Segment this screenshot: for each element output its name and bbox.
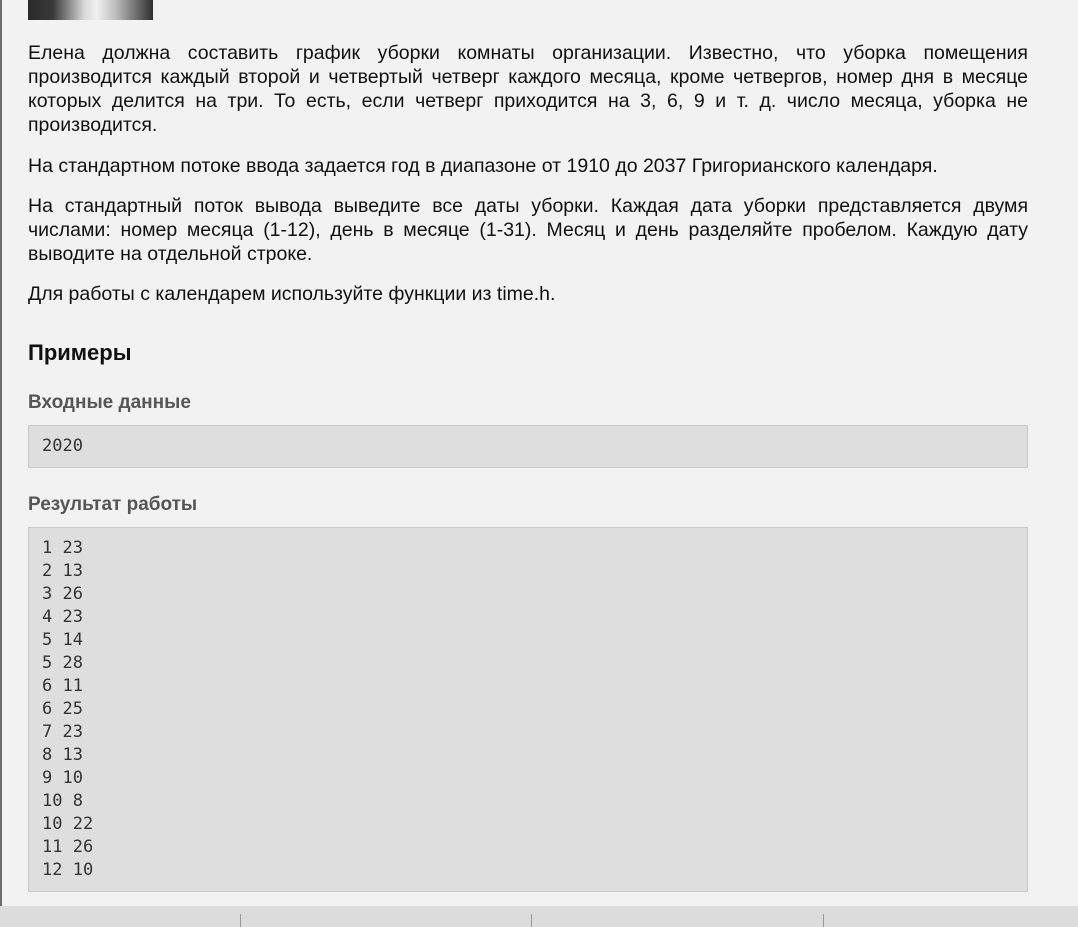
input-example-box[interactable]: 2020 — [28, 425, 1028, 468]
statement-paragraph-4: Для работы с календарем используйте функ… — [28, 283, 556, 305]
output-line: 5 28 — [42, 653, 83, 673]
output-line: 9 10 — [42, 768, 83, 788]
output-line: 1 23 — [42, 538, 83, 558]
output-line: 8 13 — [42, 745, 83, 765]
output-line: 2 13 — [42, 561, 83, 581]
output-line: 3 26 — [42, 584, 83, 604]
examples-heading: Примеры — [28, 340, 132, 365]
toolbar-divider — [823, 914, 824, 927]
toolbar-divider — [531, 914, 532, 927]
toolbar-divider — [240, 914, 241, 927]
output-line: 12 10 — [42, 860, 94, 880]
output-line: 10 22 — [42, 814, 94, 834]
statement-paragraph-3: На стандартный поток вывода выведите все… — [28, 195, 1028, 265]
author-photo — [28, 0, 153, 20]
bottom-toolbar — [0, 906, 1078, 927]
input-example-value: 2020 — [42, 436, 83, 456]
output-line: 6 11 — [42, 676, 83, 696]
output-label: Результат работы — [28, 494, 198, 515]
output-example-box[interactable]: 1 23 2 13 3 26 4 23 5 14 5 28 6 11 6 25 … — [28, 527, 1028, 892]
output-lines: 1 23 2 13 3 26 4 23 5 14 5 28 6 11 6 25 … — [42, 537, 93, 882]
statement-paragraph-1: Елена должна составить график уборки ком… — [28, 42, 1028, 136]
output-line: 10 8 — [42, 791, 83, 811]
output-line: 6 25 — [42, 699, 83, 719]
output-line: 4 23 — [42, 607, 83, 627]
output-line: 5 14 — [42, 630, 83, 650]
output-line: 7 23 — [42, 722, 83, 742]
output-line: 11 26 — [42, 837, 94, 857]
input-label: Входные данные — [28, 392, 191, 413]
left-border — [0, 0, 2, 906]
statement-paragraph-2: На стандартном потоке ввода задается год… — [28, 155, 938, 177]
